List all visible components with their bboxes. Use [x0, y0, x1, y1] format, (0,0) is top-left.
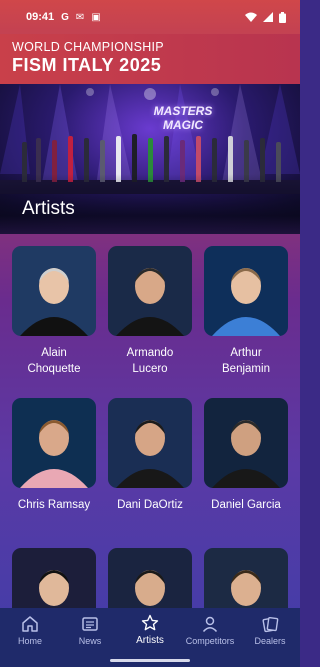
app-header: WORLD CHAMPIONSHIP FISM ITALY 2025: [0, 34, 300, 84]
battery-icon: [279, 11, 286, 23]
cards-icon: [262, 616, 279, 632]
artist-card[interactable]: Arthur Benjamin: [204, 246, 288, 377]
bottom-nav: Home News Artists Competitors Dealers: [0, 608, 300, 667]
artist-card[interactable]: Armando Lucero: [108, 246, 192, 377]
status-left: 09:41 G ✉ ▣: [26, 11, 101, 23]
wifi-icon: [245, 12, 257, 22]
artist-name-line1: Dani DaOrtiz: [117, 499, 183, 511]
status-time: 09:41: [26, 11, 55, 23]
page-title: Artists: [22, 198, 75, 219]
nav-news-label: News: [78, 635, 102, 646]
artist-name-line2: Benjamin: [222, 363, 270, 375]
nav-artists-label: Artists: [136, 635, 164, 646]
nav-home[interactable]: Home: [0, 608, 60, 652]
artist-name-line2: Choquette: [27, 363, 81, 375]
google-g-icon: G: [61, 11, 69, 23]
artist-name-line1: Armando: [126, 347, 174, 359]
artist-name: Chris Ramsay: [12, 497, 96, 513]
artist-name: Armando Lucero: [108, 345, 192, 377]
nav-home-label: Home: [17, 635, 42, 646]
artist-name-line1: Chris Ramsay: [17, 499, 91, 511]
hero-banner: MASTERS MAGIC Artists: [0, 84, 300, 234]
nav-competitors[interactable]: Competitors: [180, 608, 240, 652]
home-icon: [22, 615, 38, 632]
artist-grid: Alain Choquette Armando Lucero Arthur Benjami…: [0, 234, 300, 608]
nav-news[interactable]: News: [60, 608, 120, 652]
star-icon: [141, 614, 159, 631]
header-subtitle: WORLD CHAMPIONSHIP: [12, 40, 164, 54]
home-indicator[interactable]: [110, 659, 190, 662]
header-title: FISM ITALY 2025: [12, 55, 162, 75]
artist-name: Dani DaOrtiz: [108, 497, 192, 513]
status-bar: 09:41 G ✉ ▣: [0, 0, 300, 34]
lock-app-icon: ▣: [91, 11, 101, 23]
artist-photo: [108, 548, 192, 608]
artist-card[interactable]: [12, 548, 96, 608]
nav-competitors-label: Competitors: [185, 635, 235, 646]
nav-artists[interactable]: Artists: [120, 608, 180, 652]
news-icon: [82, 616, 98, 631]
nav-dealers[interactable]: Dealers: [240, 608, 300, 652]
artist-photo: [204, 246, 288, 336]
artist-card[interactable]: Alain Choquette: [12, 246, 96, 377]
artist-card[interactable]: Daniel Garcia: [204, 398, 288, 513]
artist-card[interactable]: [204, 548, 288, 608]
artist-photo: [12, 246, 96, 336]
nav-dealers-label: Dealers: [254, 635, 286, 646]
artist-photo: [204, 548, 288, 608]
artist-name-line2: Lucero: [132, 363, 168, 375]
artist-name-line1: Alain: [41, 347, 67, 359]
artist-photo: [12, 398, 96, 488]
masters-of-magic-logo: MASTERS MAGIC: [153, 104, 213, 132]
artist-name: Arthur Benjamin: [204, 345, 288, 377]
person-icon: [202, 616, 218, 632]
artist-photo: [12, 548, 96, 608]
artist-name-line1: Daniel Garcia: [211, 499, 281, 511]
app-screen: 09:41 G ✉ ▣ WORLD CHAMPIONSHIP FISM ITAL…: [0, 0, 300, 667]
artist-card[interactable]: Dani DaOrtiz: [108, 398, 192, 513]
status-right: [245, 11, 286, 23]
artist-card[interactable]: Chris Ramsay: [12, 398, 96, 513]
signal-icon: [263, 12, 273, 22]
artist-card[interactable]: [108, 548, 192, 608]
artist-photo: [108, 246, 192, 336]
artist-name: Alain Choquette: [12, 345, 96, 377]
mail-icon: ✉: [75, 11, 85, 23]
artist-name-line1: Arthur: [230, 347, 262, 359]
artist-name: Daniel Garcia: [204, 497, 288, 513]
artist-photo: [204, 398, 288, 488]
artist-photo: [108, 398, 192, 488]
